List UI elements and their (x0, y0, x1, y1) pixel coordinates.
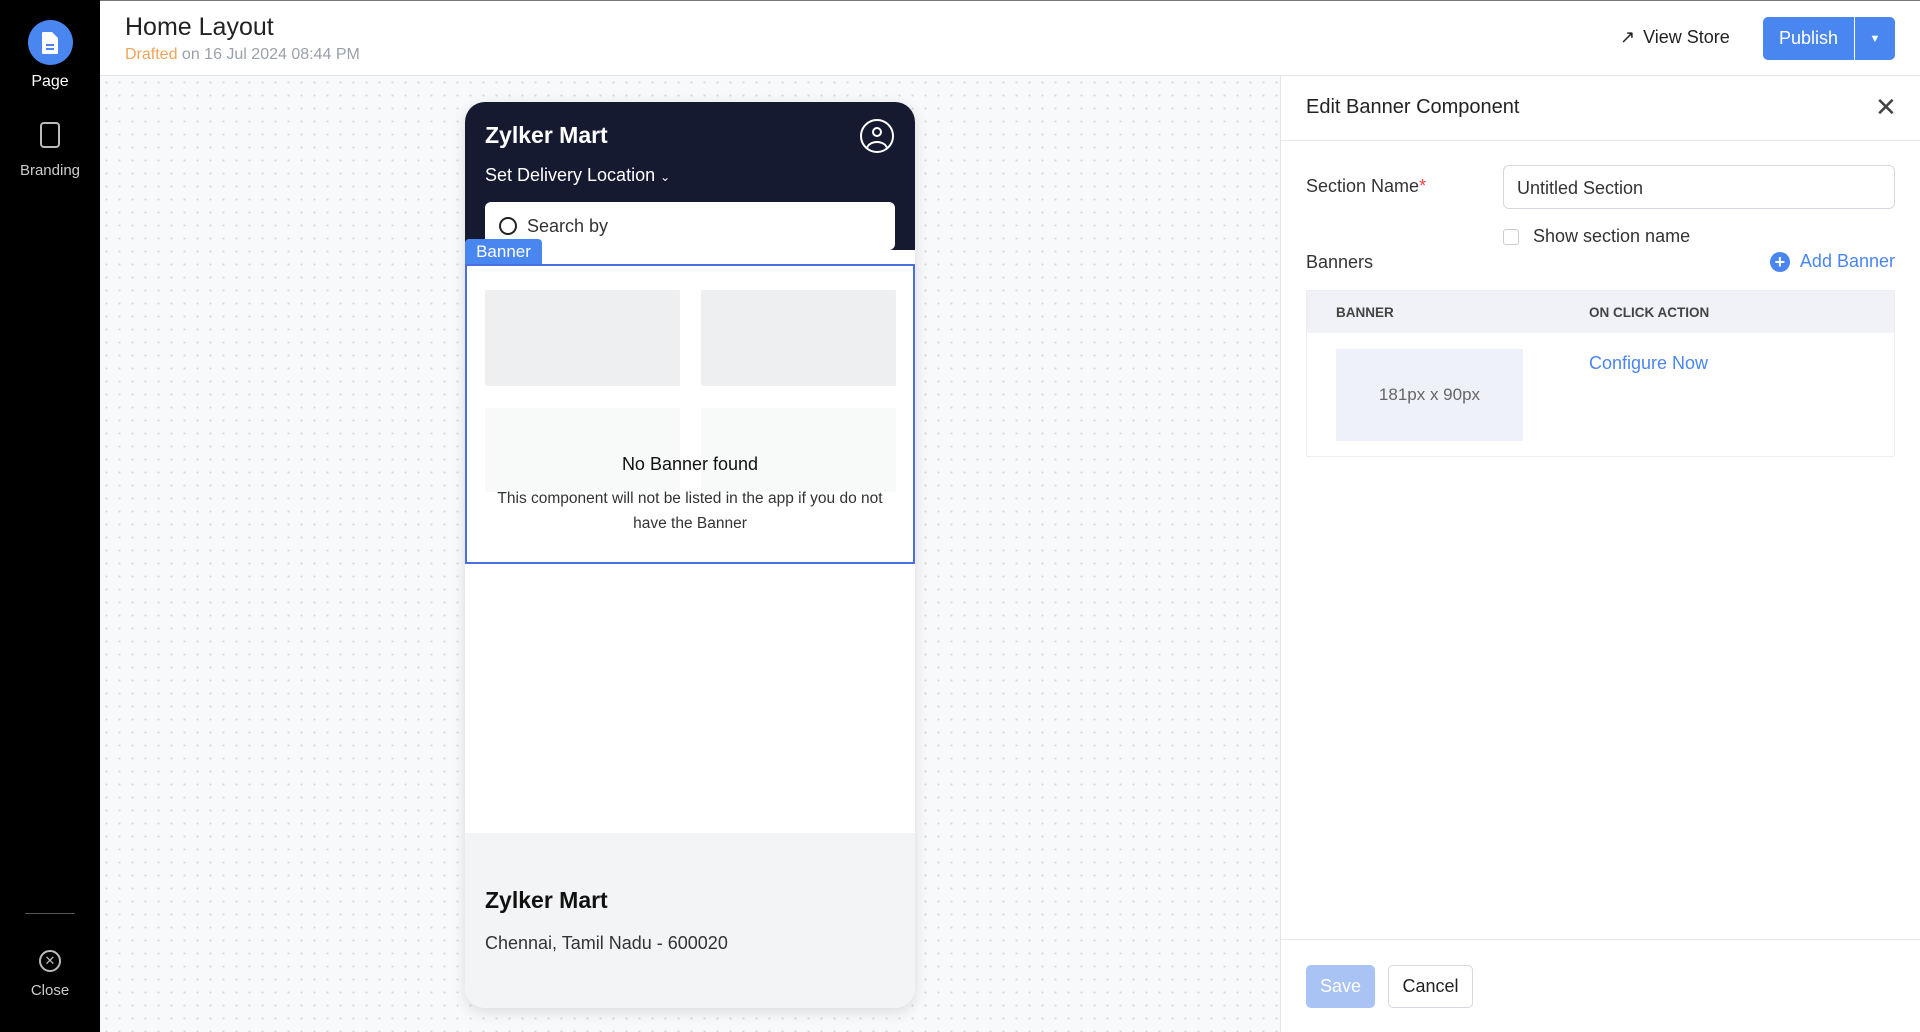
empty-title: No Banner found (621, 454, 759, 474)
phone-preview: Zylker Mart Set Delivery Location ⌄ Sear… (465, 102, 915, 1008)
close-icon: ✕ (39, 950, 61, 972)
search-input[interactable]: Search by (485, 202, 895, 250)
cancel-button[interactable]: Cancel (1388, 965, 1473, 1008)
close-label: Close (30, 982, 70, 999)
search-placeholder: Search by (527, 215, 609, 236)
delivery-label: Set Delivery Location (485, 165, 656, 185)
sidebar-item-label: Page (31, 73, 69, 90)
panel-title: Edit Banner Component (1306, 96, 1520, 118)
sidebar-divider (25, 913, 75, 914)
sidebar-item-page[interactable]: Page (0, 20, 100, 91)
chevron-down-icon: ▼ (1869, 32, 1881, 45)
show-section-name-checkbox[interactable]: Show section name (1503, 226, 1690, 247)
publish-dropdown-button[interactable]: ▼ (1855, 17, 1895, 60)
sidebar: Page Branding ✕ Close (0, 0, 100, 1032)
section-name-label: Section Name* (1306, 176, 1427, 196)
table-header: BANNER ON CLICK ACTION (1307, 291, 1894, 333)
status-badge: Drafted (125, 46, 178, 63)
store-name: Zylker Mart (485, 122, 608, 148)
empty-description: This component will not be listed in the… (497, 490, 883, 532)
banner-image-placeholder[interactable]: 181px x 90px (1336, 349, 1523, 441)
table-row: 181px x 90px Configure Now (1307, 333, 1894, 457)
banner-tag: Banner (465, 239, 542, 264)
banner-placeholder (485, 290, 680, 386)
banners-label: Banners (1306, 252, 1374, 272)
sidebar-item-branding[interactable]: Branding (0, 122, 100, 179)
delivery-location-selector[interactable]: Set Delivery Location ⌄ (485, 165, 670, 186)
view-store-link[interactable]: ↗ View Store (1620, 27, 1730, 48)
footer-divider (1281, 939, 1920, 940)
checkbox[interactable] (1503, 228, 1519, 245)
close-button[interactable]: ✕ Close (0, 950, 100, 999)
save-button[interactable]: Save (1306, 965, 1375, 1008)
banner-placeholder (701, 408, 896, 492)
banner-component[interactable]: No Banner found This component will not … (465, 264, 915, 564)
page-icon (27, 20, 73, 65)
column-header-action: ON CLICK ACTION (1589, 305, 1710, 320)
banners-table: BANNER ON CLICK ACTION 181px x 90px Conf… (1306, 290, 1895, 457)
edit-panel: Edit Banner Component ✕ Section Name* Un… (1280, 76, 1920, 1032)
configure-now-link[interactable]: Configure Now (1589, 353, 1708, 374)
plus-circle-icon: + (1769, 251, 1790, 272)
chevron-down-icon: ⌄ (660, 170, 671, 184)
divider (1281, 140, 1920, 141)
add-banner-button[interactable]: + Add Banner (1769, 251, 1895, 272)
banner-placeholder (701, 290, 896, 386)
footer-address: Chennai, Tamil Nadu - 600020 (485, 933, 728, 953)
sidebar-item-label: Branding (19, 162, 81, 179)
add-banner-label: Add Banner (1799, 251, 1895, 271)
page-title: Home Layout (125, 13, 274, 41)
header: Home Layout Drafted on 16 Jul 2024 08:44… (100, 0, 1920, 76)
search-icon (499, 217, 517, 235)
footer-store-name: Zylker Mart (485, 887, 608, 913)
external-link-icon: ↗ (1620, 27, 1636, 47)
status-time: on 16 Jul 2024 08:44 PM (181, 46, 360, 63)
publish-button[interactable]: Publish (1763, 17, 1854, 60)
section-name-input[interactable]: Untitled Section (1503, 165, 1895, 209)
profile-icon[interactable] (860, 119, 894, 153)
banner-placeholder (485, 408, 680, 492)
branding-icon (40, 122, 60, 148)
store-footer: Zylker Mart Chennai, Tamil Nadu - 600020 (465, 833, 915, 1008)
close-icon[interactable]: ✕ (1875, 92, 1897, 123)
checkbox-label: Show section name (1533, 226, 1691, 246)
column-header-banner: BANNER (1336, 305, 1394, 320)
view-store-label: View Store (1643, 27, 1730, 47)
draft-status: Drafted on 16 Jul 2024 08:44 PM (125, 46, 360, 64)
